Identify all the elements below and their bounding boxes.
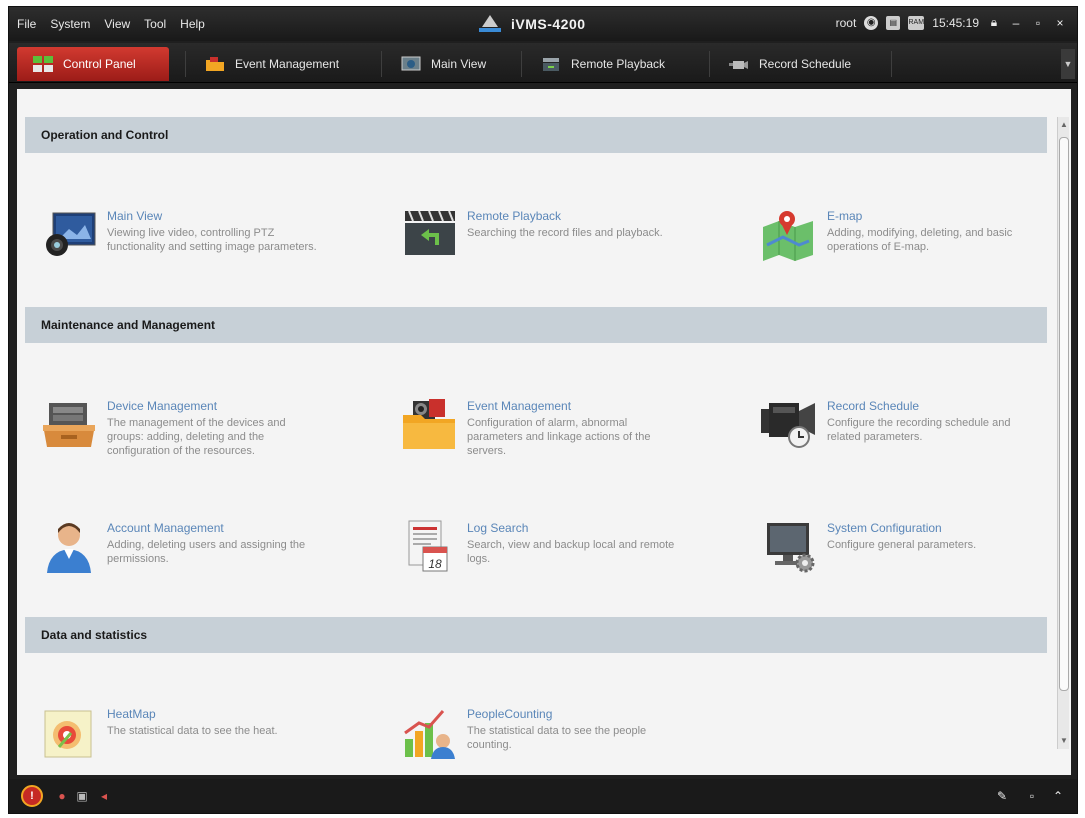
title-bar: File System View Tool Help iVMS-4200 roo…: [9, 7, 1077, 41]
network-status-icon: ◉: [864, 15, 879, 30]
alarm-image-icon[interactable]: ▣: [73, 787, 91, 805]
item-title: Log Search: [467, 521, 529, 535]
control-panel-content: Operation and Control Main View Viewing …: [17, 89, 1071, 775]
ram-status-icon: RAM: [908, 15, 925, 30]
tab-control-panel[interactable]: Control Panel: [17, 47, 169, 81]
vertical-scrollbar[interactable]: ▲ ▼: [1057, 117, 1069, 749]
record-schedule-icon: [759, 395, 819, 455]
item-emap[interactable]: E-map Adding, modifying, deleting, and b…: [759, 205, 1085, 275]
menu-system[interactable]: System: [50, 17, 90, 31]
fullscreen-icon[interactable]: ▫: [1023, 787, 1041, 805]
item-description: The statistical data to see the heat.: [107, 725, 278, 737]
heatmap-icon: [39, 703, 99, 763]
remote-playback-icon: [399, 205, 459, 265]
close-button[interactable]: ×: [1053, 16, 1067, 30]
tab-label: Main View: [431, 57, 487, 71]
item-title: Record Schedule: [827, 399, 920, 413]
scroll-thumb[interactable]: [1059, 137, 1069, 691]
item-title: Main View: [107, 209, 163, 223]
item-event-management[interactable]: Event Management Configuration of alarm,…: [399, 395, 739, 465]
clock: 15:45:19: [932, 15, 979, 30]
tab-label: Remote Playback: [571, 57, 666, 71]
tab-label: Event Management: [235, 57, 340, 71]
item-remote-playback[interactable]: Remote Playback Searching the record fil…: [399, 205, 739, 275]
item-description: Adding, deleting users and assigning the…: [107, 539, 306, 565]
section-header-operation: Operation and Control: [25, 117, 1047, 153]
event-folder-icon: [205, 56, 225, 72]
tab-label: Record Schedule: [759, 57, 852, 71]
event-management-icon: [399, 395, 459, 455]
app-window: File System View Tool Help iVMS-4200 roo…: [8, 6, 1078, 814]
item-description: Configuration of alarm, abnormal paramet…: [467, 417, 651, 457]
expand-up-icon[interactable]: ⌃: [1049, 787, 1067, 805]
emap-icon: [759, 205, 819, 265]
item-description: Configure the recording schedule and rel…: [827, 417, 1011, 443]
scroll-up-arrow-icon[interactable]: ▲: [1058, 119, 1070, 131]
item-heatmap[interactable]: HeatMap The statistical data to see the …: [39, 703, 379, 773]
item-record-schedule[interactable]: Record Schedule Configure the recording …: [759, 395, 1085, 465]
item-people-counting[interactable]: PeopleCounting The statistical data to s…: [399, 703, 739, 773]
item-title: E-map: [827, 209, 863, 223]
item-title: Event Management: [467, 399, 572, 413]
item-main-view[interactable]: Main View Viewing live video, controllin…: [39, 205, 379, 275]
item-system-configuration[interactable]: System Configuration Configure general p…: [759, 517, 1085, 587]
tab-bar: Control Panel Event Management Main View…: [9, 43, 1077, 83]
maximize-button[interactable]: ▫: [1031, 16, 1045, 30]
menu-view[interactable]: View: [104, 17, 130, 31]
lock-icon[interactable]: 🔒︎: [987, 15, 1001, 30]
item-device-management[interactable]: Device Management The management of the …: [39, 395, 379, 465]
item-title: System Configuration: [827, 521, 942, 535]
item-title: Device Management: [107, 399, 218, 413]
scroll-down-arrow-icon[interactable]: ▼: [1058, 735, 1070, 747]
system-configuration-icon: [759, 517, 819, 577]
tab-remote-playback[interactable]: Remote Playback: [525, 47, 693, 81]
bottom-status-bar: ! ● ▣ ◂ ✎ ▫ ⌃: [9, 779, 1077, 813]
item-title: Account Management: [107, 521, 224, 535]
current-user: root: [835, 15, 857, 30]
alarm-sound-icon[interactable]: ◂: [95, 787, 113, 805]
item-description: The management of the devices and groups…: [107, 417, 286, 457]
item-description: Search, view and backup local and remote…: [467, 539, 675, 565]
people-counting-icon: [399, 703, 459, 763]
menu-file[interactable]: File: [17, 17, 36, 31]
tab-list-dropdown[interactable]: ▼: [1061, 49, 1075, 79]
item-account-management[interactable]: Account Management Adding, deleting user…: [39, 517, 379, 587]
tab-main-view[interactable]: Main View: [385, 47, 505, 81]
menu-tool[interactable]: Tool: [144, 17, 166, 31]
app-title: iVMS-4200: [479, 15, 586, 33]
app-logo-icon: [479, 15, 501, 33]
tab-record-schedule[interactable]: Record Schedule: [713, 47, 889, 81]
item-title: Remote Playback: [467, 209, 562, 223]
alarm-user-icon[interactable]: ●: [53, 787, 71, 805]
main-view-icon: [39, 205, 99, 265]
control-panel-icon: [33, 56, 53, 72]
pin-icon[interactable]: ✎: [993, 787, 1011, 805]
alarm-warning-icon[interactable]: !: [21, 785, 43, 807]
item-description: The statistical data to see the people c…: [467, 725, 647, 751]
item-description: Viewing live video, controlling PTZ func…: [107, 227, 317, 253]
account-management-icon: [39, 517, 99, 577]
record-schedule-icon: [729, 56, 749, 72]
menu-bar: File System View Tool Help: [17, 17, 205, 31]
minimize-button[interactable]: –: [1009, 16, 1023, 30]
item-description: Searching the record files and playback.: [467, 227, 663, 239]
app-title-text: iVMS-4200: [511, 16, 586, 32]
section-header-data: Data and statistics: [25, 617, 1047, 653]
item-title: HeatMap: [107, 707, 156, 721]
section-header-maintenance: Maintenance and Management: [25, 307, 1047, 343]
item-description: Configure general parameters.: [827, 539, 977, 551]
hdd-status-icon: ▤: [886, 15, 901, 30]
status-area: root ◉ ▤ RAM 15:45:19 🔒︎ – ▫ ×: [836, 15, 1067, 30]
playback-icon: [541, 56, 561, 72]
item-log-search[interactable]: 18 Log Search Search, view and backup lo…: [399, 517, 739, 587]
log-search-icon: 18: [399, 517, 459, 577]
device-management-icon: [39, 395, 99, 455]
tab-label: Control Panel: [63, 57, 136, 71]
menu-help[interactable]: Help: [180, 17, 205, 31]
item-title: PeopleCounting: [467, 707, 553, 721]
main-view-icon: [401, 56, 421, 72]
item-description: Adding, modifying, deleting, and basic o…: [827, 227, 1013, 253]
tab-event-management[interactable]: Event Management: [189, 47, 369, 81]
calendar-day: 18: [428, 557, 442, 571]
